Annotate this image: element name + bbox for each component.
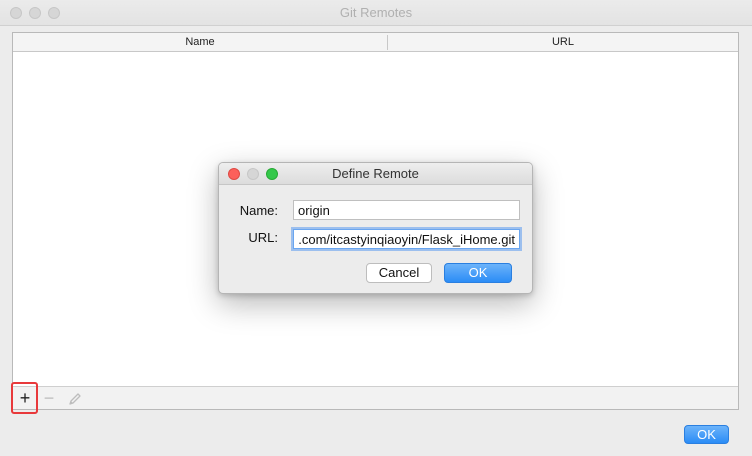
url-label: URL:	[248, 230, 278, 245]
dialog-ok-button[interactable]: OK	[444, 263, 512, 283]
dialog-titlebar: Define Remote	[219, 163, 532, 185]
window-titlebar: Git Remotes	[0, 0, 752, 26]
ok-button[interactable]: OK	[684, 425, 729, 444]
column-header-url[interactable]: URL	[388, 33, 738, 51]
dialog-title: Define Remote	[332, 166, 419, 181]
edit-remote-button[interactable]	[65, 389, 85, 407]
cancel-button[interactable]: Cancel	[366, 263, 432, 283]
add-button-highlight	[11, 382, 38, 414]
remote-url-input[interactable]	[293, 229, 520, 249]
git-remotes-window: Git Remotes Name URL + − OK Define Remot…	[0, 0, 752, 456]
define-remote-dialog: Define Remote Name: URL: Cancel OK	[218, 162, 533, 294]
table-header: Name URL	[13, 33, 738, 52]
remove-remote-button[interactable]: −	[39, 389, 59, 407]
pencil-icon	[69, 393, 81, 405]
window-title: Git Remotes	[339, 5, 413, 20]
remote-name-input[interactable]	[293, 200, 520, 220]
column-header-name[interactable]: Name	[13, 33, 387, 51]
name-label: Name:	[239, 203, 278, 218]
table-toolbar: + −	[13, 386, 738, 409]
